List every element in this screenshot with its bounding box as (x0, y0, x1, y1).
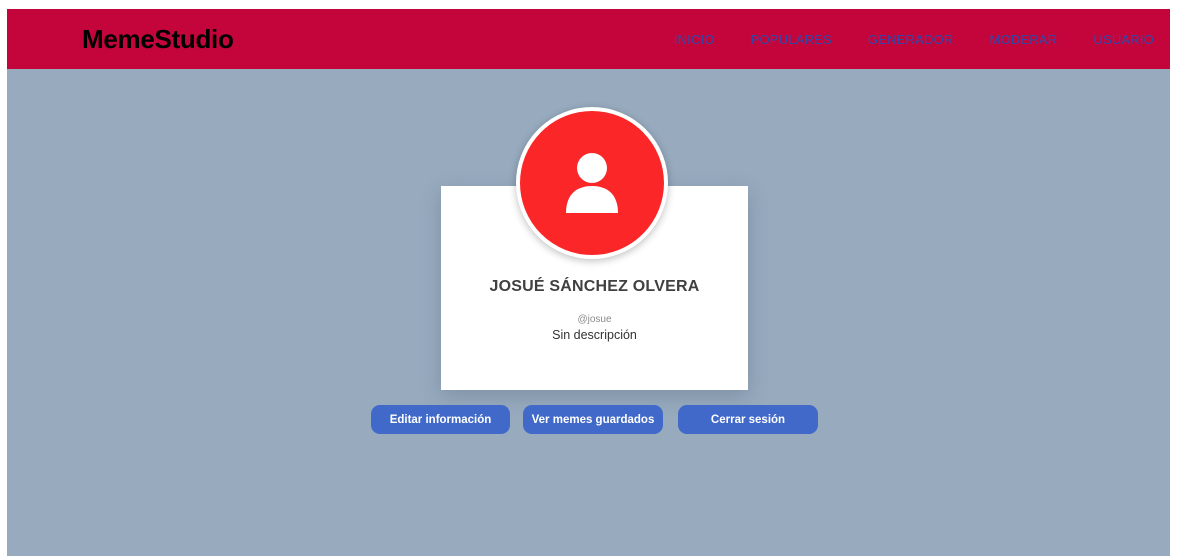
profile-avatar (516, 107, 668, 259)
top-navbar: MemeStudio INICIO POPULARES GENERADOR MO… (7, 9, 1170, 69)
nav-link-populares[interactable]: POPULARES (751, 32, 832, 47)
nav-link-usuario[interactable]: USUARIO (1093, 32, 1154, 47)
view-saved-memes-button[interactable]: Ver memes guardados (523, 405, 663, 434)
profile-username: @josue (577, 314, 612, 325)
app-container: MemeStudio INICIO POPULARES GENERADOR MO… (7, 9, 1170, 556)
profile-description: Sin descripción (552, 328, 637, 342)
main-nav: INICIO POPULARES GENERADOR MODERAR USUAR… (674, 9, 1154, 69)
nav-link-moderar[interactable]: MODERAR (990, 32, 1058, 47)
nav-link-generador[interactable]: GENERADOR (868, 32, 954, 47)
nav-link-inicio[interactable]: INICIO (674, 32, 715, 47)
edit-info-button[interactable]: Editar información (371, 405, 510, 434)
brand-logo[interactable]: MemeStudio (82, 23, 234, 55)
user-icon (566, 153, 618, 213)
profile-full-name: JOSUÉ SÁNCHEZ OLVERA (489, 278, 700, 295)
logout-button[interactable]: Cerrar sesión (678, 405, 818, 434)
